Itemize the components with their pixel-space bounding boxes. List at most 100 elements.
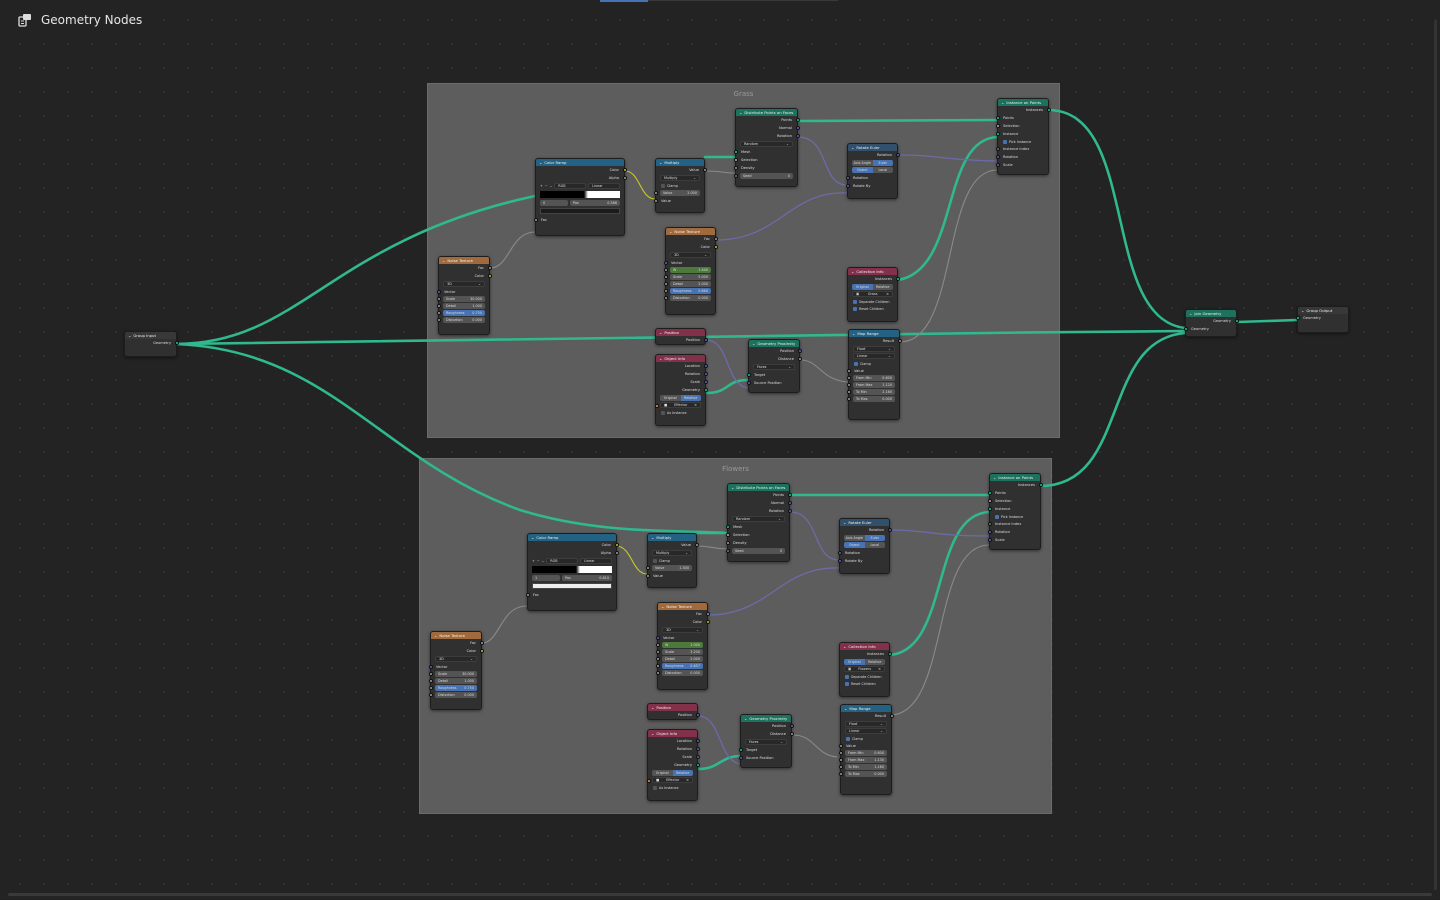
socket[interactable] bbox=[428, 693, 433, 697]
node-header[interactable]: ⌄ Group Output bbox=[1298, 307, 1348, 314]
socket-instances[interactable] bbox=[1038, 483, 1043, 487]
scale-field[interactable]: Scale 30.000 bbox=[436, 296, 485, 302]
reset-children-checkbox[interactable]: Reset Children bbox=[848, 305, 897, 312]
multiply-value-field[interactable]: Value 2.000 bbox=[653, 190, 700, 196]
color-ramp-widget[interactable] bbox=[540, 191, 620, 198]
reset-children-checkbox[interactable]: Reset Children bbox=[840, 680, 889, 687]
stop-position-field[interactable]: Pos 0.586 bbox=[570, 200, 620, 206]
distortion-field[interactable]: Distortion 0.000 bbox=[663, 295, 711, 301]
socket-location[interactable] bbox=[695, 739, 700, 743]
interpolation-dropdown[interactable]: Linear bbox=[588, 183, 621, 189]
object-selector[interactable]: ■ Effector × bbox=[646, 777, 693, 783]
stop-position-field[interactable]: Pos 0.610 bbox=[562, 575, 612, 581]
collapse-chevron-icon[interactable]: ⌄ bbox=[843, 644, 846, 649]
socket-rotate-by[interactable] bbox=[837, 559, 842, 563]
socket-rotation-in[interactable] bbox=[837, 551, 842, 555]
socket[interactable] bbox=[838, 772, 843, 776]
collapse-chevron-icon[interactable]: ⌄ bbox=[851, 269, 854, 274]
socket-density[interactable] bbox=[733, 166, 738, 170]
socket-scale[interactable] bbox=[995, 163, 1000, 167]
clamp-checkbox[interactable]: Clamp bbox=[841, 735, 891, 742]
socket-rotation[interactable] bbox=[887, 528, 892, 532]
remove-stop-icon[interactable]: − bbox=[537, 559, 540, 563]
roughness-field[interactable]: Roughness 0.660 bbox=[663, 288, 711, 294]
from-max-field[interactable]: From Max 1.120 bbox=[846, 382, 895, 388]
socket[interactable] bbox=[838, 758, 843, 762]
socket-geometry[interactable] bbox=[703, 388, 708, 392]
socket-geometry[interactable] bbox=[1295, 316, 1300, 320]
dimensions-dropdown[interactable]: 3D ⌄ bbox=[443, 281, 485, 287]
socket-color[interactable] bbox=[705, 620, 710, 624]
node-header[interactable]: ⌄ Map Range bbox=[849, 330, 899, 337]
distribute-mode-dropdown[interactable]: Random ⌄ bbox=[740, 141, 793, 147]
target-element-dropdown[interactable]: Faces ⌄ bbox=[745, 739, 787, 745]
socket-rotation[interactable] bbox=[995, 155, 1000, 159]
socket[interactable] bbox=[436, 311, 441, 315]
node-group-input[interactable]: ⌄ Group Input Geometry bbox=[124, 331, 179, 357]
node-color-ramp[interactable]: ⌄ Color Ramp Color Alpha + − ⌄ RGB Linear 0… bbox=[533, 158, 627, 236]
node-noise-texture[interactable]: ⌄ Noise Texture Fac Color 3D ⌄ Vector Scal… bbox=[436, 256, 492, 335]
socket[interactable] bbox=[428, 686, 433, 690]
node-header[interactable]: ⌄ Join Geometry bbox=[1186, 310, 1236, 317]
socket-alpha[interactable] bbox=[614, 551, 619, 555]
chevron-down-icon[interactable]: ⌄ bbox=[550, 184, 553, 188]
socket-normal[interactable] bbox=[795, 126, 800, 130]
scale-field[interactable]: Scale 3.200 bbox=[655, 649, 703, 655]
socket[interactable] bbox=[655, 643, 660, 647]
collapse-chevron-icon[interactable]: ⌄ bbox=[531, 535, 534, 540]
space-toggle[interactable]: Object Local bbox=[844, 542, 885, 548]
node-header[interactable]: ⌄ Collection Info bbox=[848, 268, 897, 275]
collapse-chevron-icon[interactable]: ⌄ bbox=[1189, 311, 1192, 316]
node-noise-texture-2[interactable]: ⌄ Noise Texture Fac Color 3D ⌄ Vector W 1.0… bbox=[655, 602, 710, 690]
socket[interactable] bbox=[663, 289, 668, 293]
socket-value[interactable] bbox=[645, 574, 650, 578]
socket[interactable] bbox=[838, 765, 843, 769]
w-field[interactable]: W 1.000 bbox=[655, 642, 703, 648]
socket[interactable] bbox=[846, 376, 851, 380]
color-ramp-widget[interactable] bbox=[532, 566, 612, 573]
dimensions-dropdown[interactable]: 3D ⌄ bbox=[662, 627, 703, 633]
socket-instance-index[interactable] bbox=[995, 147, 1000, 151]
node-map-range[interactable]: ⌄ Map Range Result Float ⌄ Linear ⌄ Clamp V… bbox=[838, 704, 894, 795]
socket-color[interactable] bbox=[713, 245, 718, 249]
clear-icon[interactable]: × bbox=[694, 403, 697, 407]
collapse-chevron-icon[interactable]: ⌄ bbox=[651, 535, 654, 540]
transform-space-toggle[interactable]: Original Relative bbox=[844, 659, 885, 665]
distortion-field[interactable]: Distortion 0.000 bbox=[428, 692, 477, 698]
socket-value[interactable] bbox=[838, 744, 843, 748]
socket-position[interactable] bbox=[789, 724, 794, 728]
add-stop-icon[interactable]: + bbox=[532, 559, 535, 563]
distortion-field[interactable]: Distortion 0.000 bbox=[655, 670, 703, 676]
node-collection-info[interactable]: ⌄ Collection Info Instances Original Relat… bbox=[839, 642, 892, 697]
socket[interactable] bbox=[436, 304, 441, 308]
socket-target[interactable] bbox=[746, 373, 751, 377]
socket-alpha[interactable] bbox=[622, 176, 627, 180]
socket-value[interactable] bbox=[846, 369, 851, 373]
socket-value[interactable] bbox=[694, 543, 699, 547]
pick-instance-checkbox[interactable]: Pick Instance bbox=[990, 513, 1040, 520]
socket-position[interactable] bbox=[695, 713, 700, 717]
collapse-chevron-icon[interactable]: ⌄ bbox=[651, 731, 654, 736]
separate-children-checkbox[interactable]: Separate Children bbox=[848, 298, 897, 305]
node-geometry-proximity[interactable]: ⌄ Geometry Proximity Position Distance Fa… bbox=[738, 714, 794, 768]
socket[interactable] bbox=[436, 297, 441, 301]
collection-selector[interactable]: ▣ Grass × bbox=[852, 291, 893, 297]
node-map-range[interactable]: ⌄ Map Range Result Float ⌄ Linear ⌄ Clamp V… bbox=[846, 329, 902, 420]
seed-field[interactable]: Seed 0 bbox=[733, 173, 793, 179]
node-header[interactable]: ⌄ Instance on Points bbox=[990, 474, 1040, 481]
socket-rotation[interactable] bbox=[695, 747, 700, 751]
socket-fac[interactable] bbox=[705, 612, 710, 616]
node-header[interactable]: ⌄ Geometry Proximity bbox=[749, 340, 799, 347]
socket-instances[interactable] bbox=[1046, 108, 1051, 112]
socket-rotation-in[interactable] bbox=[845, 176, 850, 180]
scale-field[interactable]: Scale 5.000 bbox=[663, 274, 711, 280]
collapse-chevron-icon[interactable]: ⌄ bbox=[539, 160, 542, 165]
clamp-checkbox[interactable]: Clamp bbox=[656, 182, 704, 189]
collapse-chevron-icon[interactable]: ⌄ bbox=[752, 341, 755, 346]
collapse-chevron-icon[interactable]: ⌄ bbox=[434, 633, 437, 638]
w-field[interactable]: W 1.440 bbox=[663, 267, 711, 273]
node-header[interactable]: ⌄ Group Input bbox=[125, 332, 176, 339]
socket-mesh[interactable] bbox=[725, 525, 730, 529]
separate-children-checkbox[interactable]: Separate Children bbox=[840, 673, 889, 680]
node-header[interactable]: ⌄ Multiply bbox=[656, 159, 704, 166]
